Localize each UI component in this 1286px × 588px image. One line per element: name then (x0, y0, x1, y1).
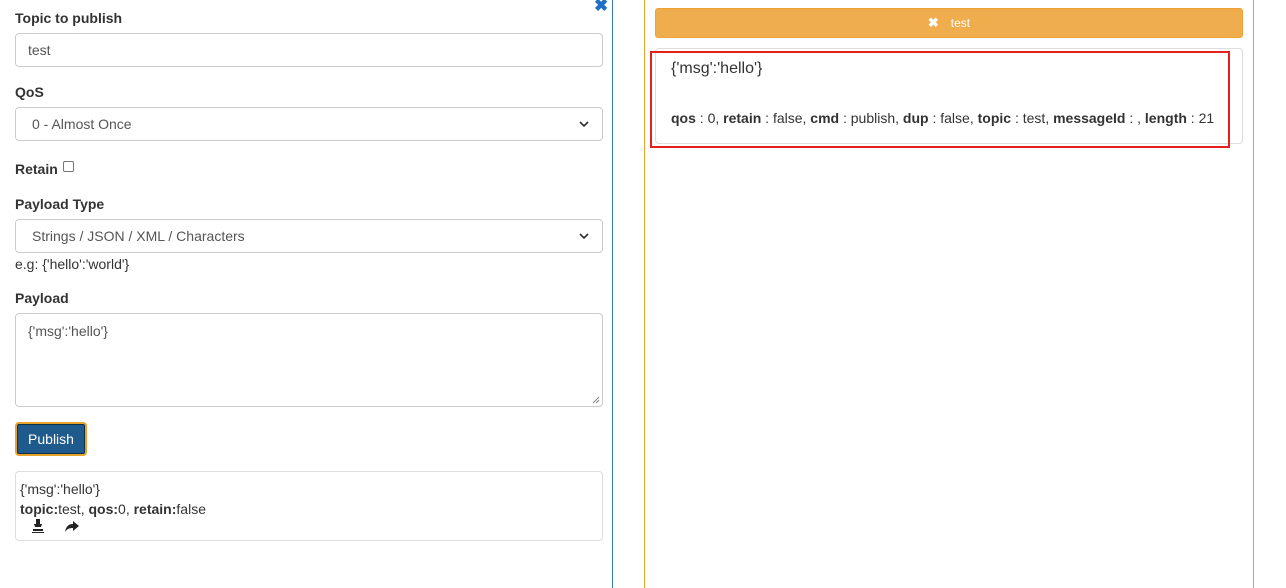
share-arrow-icon[interactable] (64, 518, 80, 534)
payload-text: {'msg':'hello'} (28, 323, 108, 339)
qos-label: QoS (15, 84, 44, 100)
topic-input[interactable] (15, 33, 603, 67)
stamp-icon[interactable] (30, 518, 46, 534)
sent-retain-value: false (176, 501, 206, 517)
retain-checkbox[interactable] (63, 161, 74, 172)
meta-label-messageid: messageId (1053, 110, 1126, 126)
qos-selected-value: 0 - Almost Once (32, 116, 132, 132)
sent-qos-value: 0 (118, 501, 126, 517)
received-payload: {'msg':'hello'} (671, 60, 763, 77)
payload-type-select[interactable]: Strings / JSON / XML / Characters (15, 219, 603, 253)
retain-label: Retain (15, 161, 58, 177)
chevron-down-icon (579, 121, 589, 128)
payload-type-label: Payload Type (15, 196, 105, 212)
meta-dup: false (940, 110, 970, 126)
meta-label-retain: retain (723, 110, 762, 126)
sent-topic-value: test (58, 501, 81, 517)
meta-length: 21 (1198, 110, 1215, 126)
publish-button[interactable]: Publish (15, 422, 87, 456)
sent-retain-label: retain: (133, 501, 177, 517)
meta-topic: test (1022, 110, 1046, 126)
meta-cmd: publish (850, 110, 896, 126)
times-icon[interactable]: ✖ (928, 15, 939, 31)
qos-select[interactable]: 0 - Almost Once (15, 107, 603, 141)
payload-type-selected-value: Strings / JSON / XML / Characters (32, 228, 245, 244)
meta-qos: 0 (707, 110, 716, 126)
subscription-topic: test (950, 16, 971, 30)
meta-label-length: length (1144, 110, 1187, 126)
meta-retain: false (772, 110, 803, 126)
payload-textarea[interactable]: {'msg':'hello'} (15, 313, 603, 407)
sent-payload: {'msg':'hello'} (20, 481, 100, 497)
meta-label-topic: topic (977, 110, 1012, 126)
topic-label: Topic to publish (15, 10, 123, 26)
received-meta: qos : 0, retain : false, cmd : publish, … (671, 110, 1215, 126)
chevron-down-icon (579, 233, 589, 240)
close-icon[interactable]: ✖ (594, 0, 610, 14)
sent-message-item: {'msg':'hello'} topic:test, qos:0, retai… (15, 471, 603, 541)
resize-grip-icon[interactable] (592, 396, 600, 404)
payload-type-hint: e.g: {'hello':'world'} (15, 256, 130, 272)
payload-label: Payload (15, 290, 69, 306)
sent-qos-label: qos: (88, 501, 119, 517)
meta-label-dup: dup (902, 110, 929, 126)
sent-topic-label: topic: (20, 501, 59, 517)
meta-label-qos: qos (671, 110, 696, 126)
subscription-topic-bar[interactable]: ✖ test (655, 8, 1243, 38)
sent-meta: topic:test, qos:0, retain:false (20, 501, 206, 517)
meta-label-cmd: cmd (810, 110, 840, 126)
